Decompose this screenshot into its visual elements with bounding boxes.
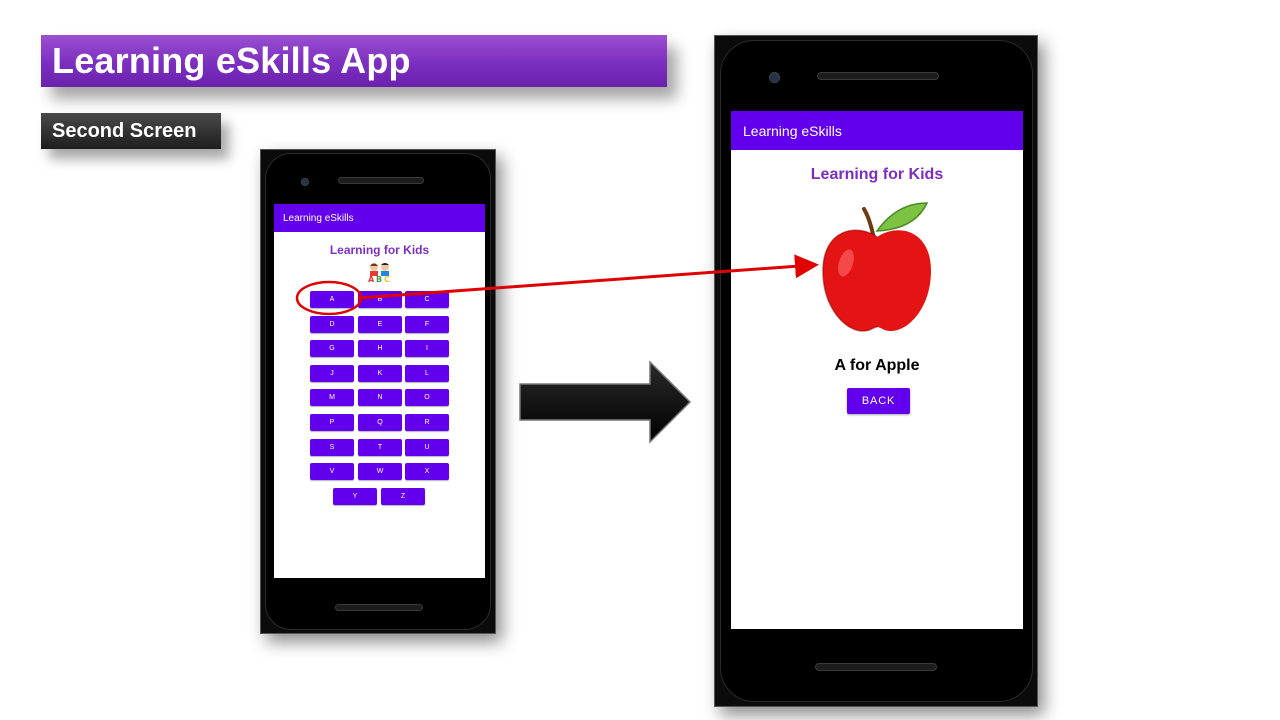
letter-button-x[interactable]: X [405, 463, 449, 481]
svg-text:C: C [384, 275, 390, 283]
svg-text:A: A [368, 275, 375, 283]
right-arrow-icon [519, 360, 692, 444]
letter-caption: A for Apple [834, 357, 920, 374]
earpiece-speaker [817, 72, 939, 80]
letter-button-f[interactable]: F [405, 315, 449, 333]
earpiece-speaker [338, 177, 424, 184]
bottom-speaker [815, 663, 937, 671]
annotation-overlay [295, 254, 819, 444]
letter-button-i[interactable]: I [405, 340, 449, 358]
app-bar-title: Learning eSkills [743, 122, 842, 139]
letter-button-a[interactable]: A [310, 291, 354, 308]
svg-text:B: B [376, 275, 382, 283]
slide-title-banner: Learning eSkills App [41, 35, 667, 87]
front-camera-icon [301, 178, 309, 186]
letter-button-w[interactable]: W [358, 463, 402, 481]
front-camera-icon [769, 72, 780, 83]
slide-subtitle-box: Second Screen [41, 113, 221, 149]
app-bar: Learning eSkills [274, 204, 485, 232]
screen-heading: Learning for Kids [329, 243, 430, 257]
letter-button-c[interactable]: C [405, 291, 449, 308]
letter-button-s[interactable]: S [310, 438, 354, 456]
letter-button-g[interactable]: G [310, 340, 354, 358]
letter-button-n[interactable]: N [358, 389, 402, 407]
letter-button-v[interactable]: V [310, 463, 354, 481]
letter-button-d[interactable]: D [310, 315, 354, 333]
letter-button-o[interactable]: O [405, 389, 449, 407]
letter-button-p[interactable]: P [310, 414, 354, 431]
letter-button-t[interactable]: T [358, 438, 402, 456]
back-button[interactable]: BACK [847, 388, 910, 414]
screen-heading: Learning for Kids [810, 166, 944, 183]
alphabet-screen: Learning eSkills Learning for Kids A B C… [274, 204, 485, 578]
letter-button-m[interactable]: M [310, 389, 354, 407]
letter-detail-screen: Learning eSkills Learning for Kids A for… [731, 111, 1023, 629]
letter-button-z[interactable]: Z [381, 487, 425, 505]
bottom-speaker [335, 604, 423, 611]
letter-button-l[interactable]: L [405, 364, 449, 382]
slide-subtitle: Second Screen [52, 119, 197, 142]
letter-button-k[interactable]: K [358, 364, 402, 382]
letter-button-q[interactable]: Q [358, 414, 402, 431]
letter-button-e[interactable]: E [358, 315, 402, 333]
app-bar: Learning eSkills [731, 111, 1023, 150]
letter-button-r[interactable]: R [405, 414, 449, 431]
kids-abc-icon: A B C [368, 263, 390, 283]
apple-icon [822, 202, 931, 332]
letter-button-j[interactable]: J [310, 364, 354, 382]
letter-button-h[interactable]: H [358, 340, 402, 358]
letter-button-y[interactable]: Y [333, 487, 377, 505]
app-bar-title: Learning eSkills [283, 212, 354, 224]
letter-button-u[interactable]: U [405, 438, 449, 456]
letter-button-b[interactable]: B [358, 291, 402, 308]
slide-title: Learning eSkills App [52, 40, 411, 81]
